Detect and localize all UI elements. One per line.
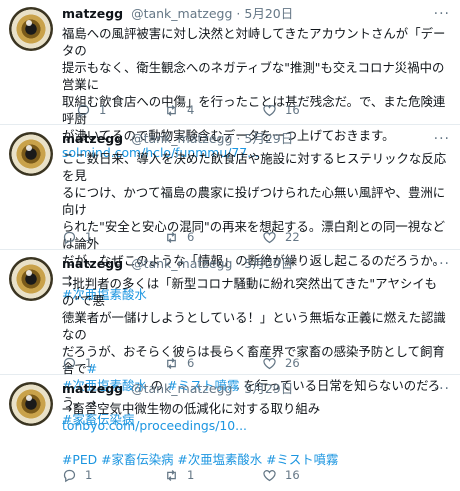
author-handle[interactable]: @tank_matzegg bbox=[131, 6, 232, 21]
heart-icon bbox=[263, 104, 276, 116]
like-button[interactable]: 16 bbox=[262, 101, 300, 119]
retweet-icon bbox=[167, 231, 176, 243]
tweet[interactable]: matzegg @tank_matzegg · 5月29日 ··· ここ数日来、… bbox=[0, 125, 460, 302]
author-handle[interactable]: @tank_matzegg bbox=[131, 131, 232, 146]
retweet-button[interactable]: 6 bbox=[164, 354, 197, 372]
like-count: 26 bbox=[285, 356, 300, 370]
separator-dot: · bbox=[236, 6, 241, 21]
tweet-line: 提示もなく、衛生観念へのネガティブな"推測"も交えコロナ災禍中の営業に bbox=[62, 60, 445, 92]
separator-dot: · bbox=[236, 131, 241, 146]
heart-icon bbox=[263, 469, 276, 481]
retweet-count: 6 bbox=[187, 230, 195, 244]
reply-button[interactable]: 1 bbox=[62, 228, 95, 246]
author-name[interactable]: matzegg bbox=[62, 256, 123, 271]
author-name[interactable]: matzegg bbox=[62, 381, 123, 396]
reply-icon bbox=[77, 104, 90, 117]
retweet-icon bbox=[167, 357, 176, 369]
like-count: 22 bbox=[285, 230, 300, 244]
tweet-date[interactable]: 5月29日 bbox=[244, 381, 293, 396]
author-name[interactable]: matzegg bbox=[62, 131, 123, 146]
heart-icon bbox=[263, 357, 276, 369]
tweet-line: →畜舎空気中微生物の低減化に対する取り組み bbox=[62, 401, 321, 416]
retweet-icon bbox=[167, 104, 176, 116]
timeline: matzegg @tank_matzegg · 5月20日 ··· 福島への風評… bbox=[0, 0, 460, 491]
tweet-actions: 1 1 16 bbox=[62, 466, 342, 484]
author-handle[interactable]: @tank_matzegg bbox=[131, 256, 232, 271]
like-button[interactable]: 26 bbox=[262, 354, 300, 372]
reply-count: 1 bbox=[85, 468, 93, 482]
reply-button[interactable]: 1 bbox=[62, 354, 95, 372]
reply-icon bbox=[63, 231, 76, 244]
reply-count: 1 bbox=[85, 230, 93, 244]
avatar[interactable] bbox=[9, 132, 53, 176]
retweet-count: 1 bbox=[187, 468, 195, 482]
reply-button[interactable]: 1 bbox=[76, 101, 109, 119]
tweet-actions: 1 6 26 bbox=[62, 354, 342, 372]
tweet-content: matzegg @tank_matzegg · 5月29日 ··· →畜舎空気中… bbox=[62, 380, 454, 468]
tweet-line: 福島への風評被害に対し決然と対峙してきたアカウントさんが「データの bbox=[62, 26, 446, 58]
like-button[interactable]: 22 bbox=[262, 228, 300, 246]
tweet-text: →畜舎空気中微生物の低減化に対する取り組み tonbyo.com/proceed… bbox=[62, 400, 454, 468]
tweet-header: matzegg @tank_matzegg · 5月29日 bbox=[62, 130, 454, 148]
retweet-icon bbox=[167, 469, 176, 481]
tweet[interactable]: matzegg @tank_matzegg · 5月20日 ··· 福島への風評… bbox=[0, 0, 460, 160]
retweet-button[interactable]: 1 bbox=[164, 466, 197, 484]
more-options-icon[interactable]: ··· bbox=[434, 255, 450, 273]
tweet[interactable]: matzegg @tank_matzegg · 5月29日 ··· →畜舎空気中… bbox=[0, 375, 460, 491]
tweet-line: 徳業者が一儲けしようとしている！」という無垢な正義に燃えた認識なの bbox=[62, 310, 446, 342]
more-options-icon[interactable]: ··· bbox=[434, 380, 450, 398]
like-count: 16 bbox=[285, 468, 300, 482]
retweet-button[interactable]: 4 bbox=[164, 101, 197, 119]
tweet-date[interactable]: 5月29日 bbox=[244, 256, 293, 271]
reply-icon bbox=[63, 357, 76, 370]
retweet-count: 4 bbox=[187, 103, 195, 117]
tweet-header: matzegg @tank_matzegg · 5月29日 bbox=[62, 255, 454, 273]
tweet-header: matzegg @tank_matzegg · 5月20日 bbox=[62, 5, 454, 23]
tweet-header: matzegg @tank_matzegg · 5月29日 bbox=[62, 380, 454, 398]
reply-button[interactable]: 1 bbox=[62, 466, 95, 484]
separator-dot: · bbox=[236, 256, 241, 271]
retweet-count: 6 bbox=[187, 356, 195, 370]
author-handle[interactable]: @tank_matzegg bbox=[131, 381, 232, 396]
tweet-date[interactable]: 5月20日 bbox=[244, 6, 293, 21]
tweet-line: ここ数日来、導入を決めた飲食店や施設に対するヒステリックな反応を見 bbox=[62, 151, 447, 183]
reply-count: 1 bbox=[85, 356, 93, 370]
avatar[interactable] bbox=[9, 7, 53, 51]
like-count: 16 bbox=[285, 103, 300, 117]
tweet-date[interactable]: 5月29日 bbox=[244, 131, 293, 146]
tweet-actions: 1 4 16 bbox=[62, 101, 342, 119]
tweet-line: →批判者の多くは「新型コロナ騒動に紛れ突然出てきた"アヤシイもの"で悪 bbox=[62, 276, 438, 308]
retweet-button[interactable]: 6 bbox=[164, 228, 197, 246]
tweet-line: るにつけ、かつて福島の農家に投げつけられた心無い風評や、豊洲に向け bbox=[62, 185, 446, 217]
more-options-icon[interactable]: ··· bbox=[434, 5, 450, 23]
heart-icon bbox=[263, 231, 276, 243]
separator-dot: · bbox=[236, 381, 241, 396]
reply-icon bbox=[63, 469, 76, 482]
author-name[interactable]: matzegg bbox=[62, 6, 123, 21]
tweet[interactable]: matzegg @tank_matzegg · 5月29日 ··· →批判者の多… bbox=[0, 250, 460, 427]
more-options-icon[interactable]: ··· bbox=[434, 130, 450, 148]
avatar[interactable] bbox=[9, 382, 53, 426]
tweet-actions: 1 6 22 bbox=[62, 228, 342, 246]
tweet-link[interactable]: tonbyo.com/proceedings/10... bbox=[62, 417, 454, 434]
avatar[interactable] bbox=[9, 257, 53, 301]
reply-count: 1 bbox=[99, 103, 107, 117]
like-button[interactable]: 16 bbox=[262, 466, 300, 484]
